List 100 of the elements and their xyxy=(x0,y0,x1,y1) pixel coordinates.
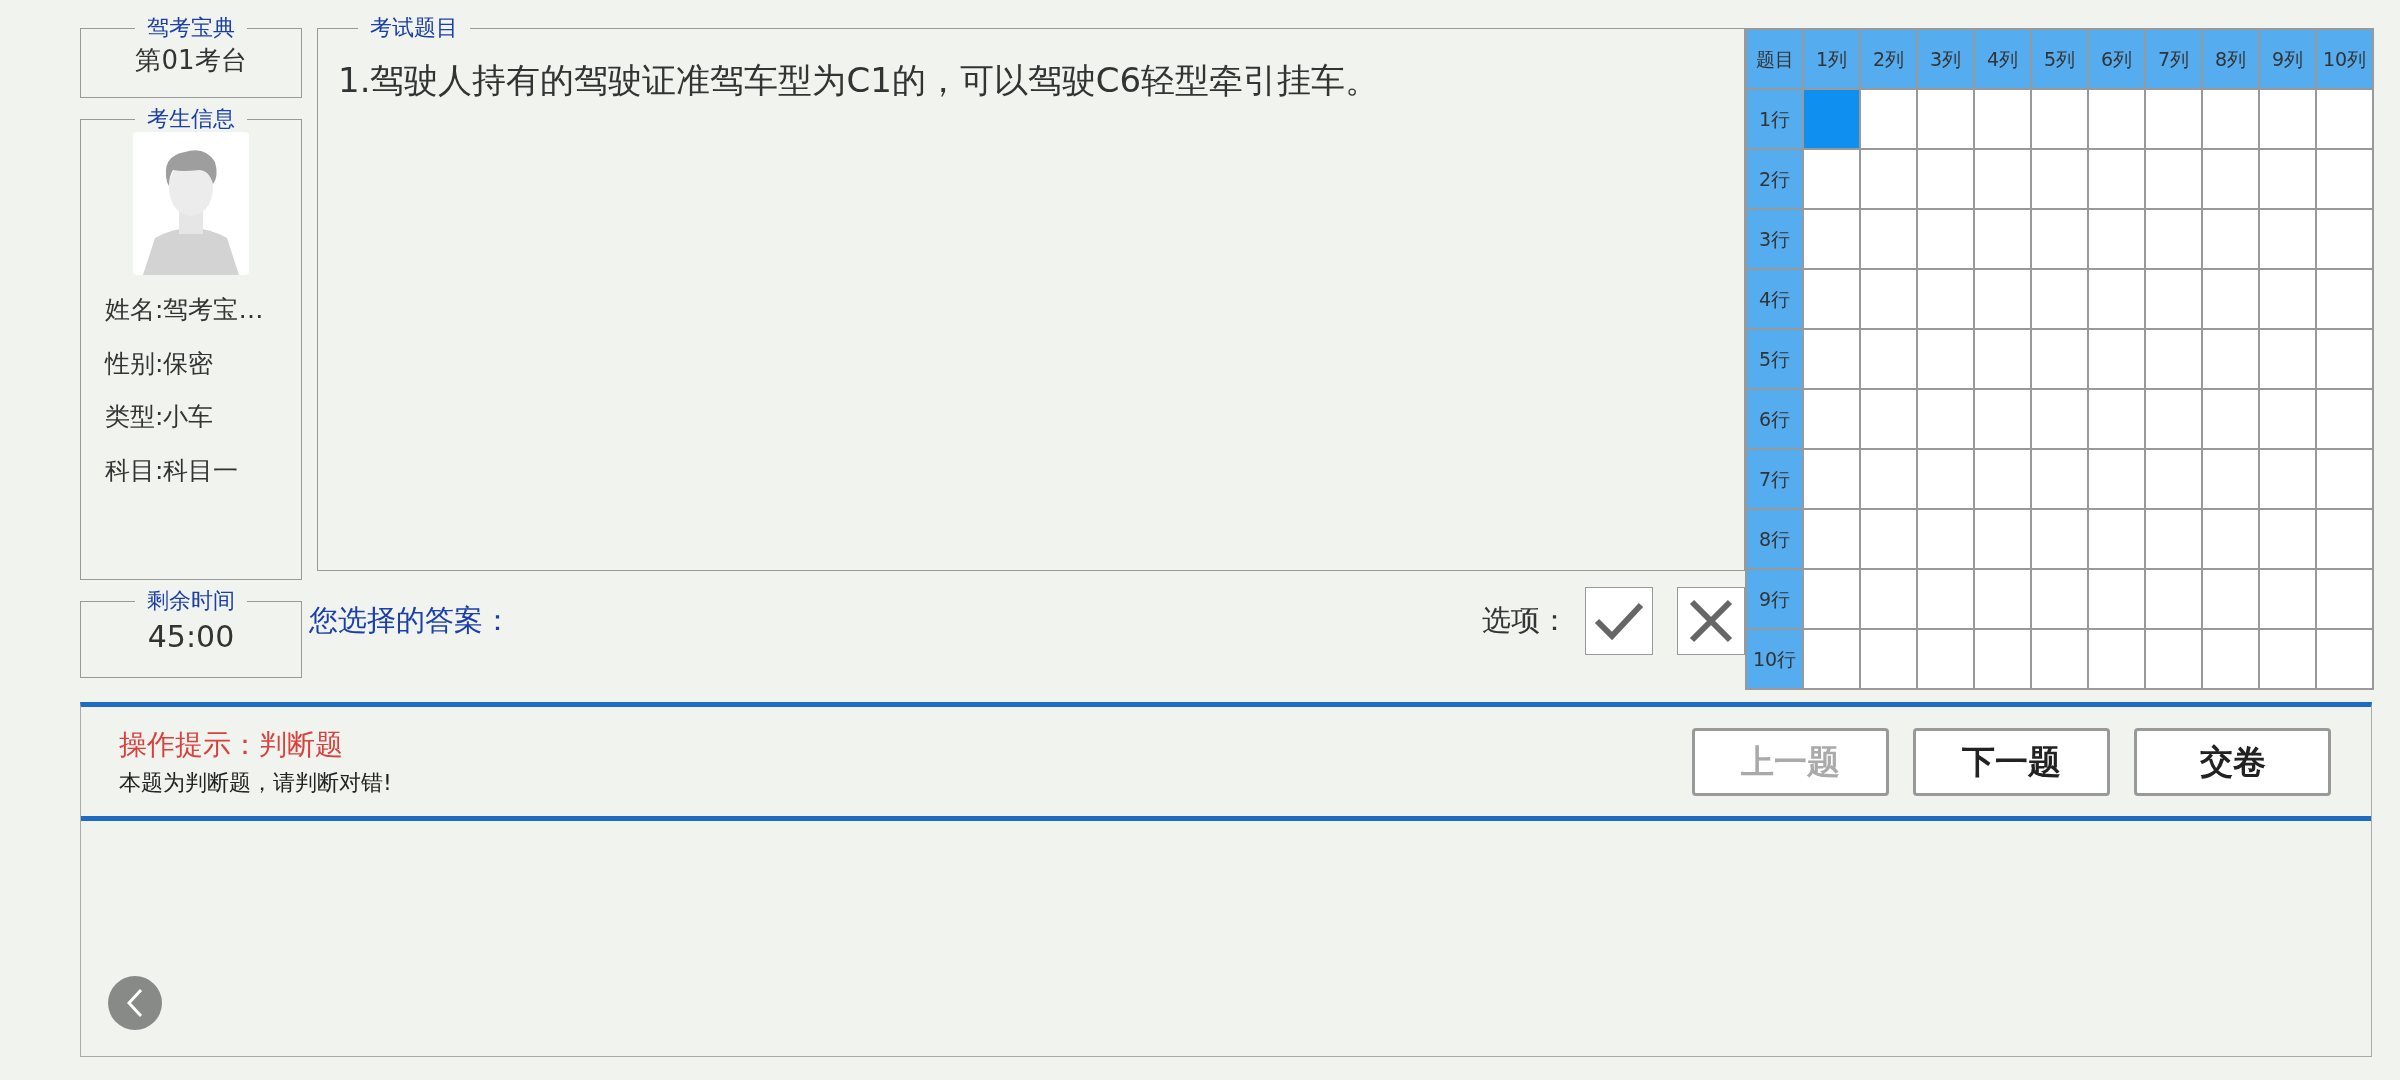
answer-sheet-cell[interactable] xyxy=(2202,509,2259,569)
answer-sheet-cell[interactable] xyxy=(1803,89,1860,149)
answer-sheet-cell[interactable] xyxy=(2088,509,2145,569)
answer-sheet-cell[interactable] xyxy=(1803,509,1860,569)
answer-sheet-cell[interactable] xyxy=(2316,509,2373,569)
answer-sheet-cell[interactable] xyxy=(1974,329,2031,389)
answer-sheet-cell[interactable] xyxy=(2088,569,2145,629)
answer-sheet-cell[interactable] xyxy=(1860,329,1917,389)
answer-sheet-cell[interactable] xyxy=(1860,89,1917,149)
answer-sheet-cell[interactable] xyxy=(2259,629,2316,689)
answer-sheet-cell[interactable] xyxy=(2202,449,2259,509)
answer-sheet-cell[interactable] xyxy=(2088,89,2145,149)
answer-sheet-cell[interactable] xyxy=(1974,509,2031,569)
answer-sheet-cell[interactable] xyxy=(2316,149,2373,209)
answer-sheet-cell[interactable] xyxy=(2316,269,2373,329)
answer-sheet-cell[interactable] xyxy=(2316,89,2373,149)
answer-sheet-cell[interactable] xyxy=(2145,569,2202,629)
answer-sheet-cell[interactable] xyxy=(1974,629,2031,689)
nav-button[interactable]: 交卷 xyxy=(2134,727,2331,796)
answer-sheet-cell[interactable] xyxy=(1803,389,1860,449)
answer-sheet-cell[interactable] xyxy=(2088,629,2145,689)
answer-sheet-cell[interactable] xyxy=(2202,269,2259,329)
answer-sheet-cell[interactable] xyxy=(2145,389,2202,449)
answer-sheet-cell[interactable] xyxy=(2145,509,2202,569)
answer-sheet-cell[interactable] xyxy=(2202,389,2259,449)
answer-sheet-cell[interactable] xyxy=(2316,329,2373,389)
back-button[interactable] xyxy=(108,976,162,1030)
answer-sheet-cell[interactable] xyxy=(1917,569,1974,629)
answer-sheet-cell[interactable] xyxy=(2088,329,2145,389)
answer-sheet-cell[interactable] xyxy=(2145,269,2202,329)
answer-sheet-cell[interactable] xyxy=(2316,389,2373,449)
answer-sheet-cell[interactable] xyxy=(2316,209,2373,269)
answer-sheet-cell[interactable] xyxy=(1917,329,1974,389)
answer-sheet-cell[interactable] xyxy=(1803,329,1860,389)
answer-sheet-cell[interactable] xyxy=(1860,449,1917,509)
answer-sheet-cell[interactable] xyxy=(2145,329,2202,389)
answer-sheet-cell[interactable] xyxy=(2316,569,2373,629)
answer-sheet-cell[interactable] xyxy=(1974,149,2031,209)
answer-sheet-cell[interactable] xyxy=(1974,389,2031,449)
answer-sheet-cell[interactable] xyxy=(1803,269,1860,329)
answer-sheet-cell[interactable] xyxy=(2145,629,2202,689)
answer-sheet-cell[interactable] xyxy=(2088,389,2145,449)
answer-sheet-cell[interactable] xyxy=(2088,449,2145,509)
answer-sheet-cell[interactable] xyxy=(2088,209,2145,269)
answer-sheet-cell[interactable] xyxy=(1974,209,2031,269)
answer-sheet-cell[interactable] xyxy=(2259,89,2316,149)
answer-sheet-cell[interactable] xyxy=(1917,149,1974,209)
answer-sheet-cell[interactable] xyxy=(1917,449,1974,509)
answer-sheet-cell[interactable] xyxy=(2202,209,2259,269)
answer-sheet-cell[interactable] xyxy=(2031,209,2088,269)
answer-sheet-cell[interactable] xyxy=(2316,449,2373,509)
nav-button[interactable]: 下一题 xyxy=(1913,727,2110,796)
answer-sheet-cell[interactable] xyxy=(1974,449,2031,509)
answer-sheet-cell[interactable] xyxy=(2145,209,2202,269)
answer-sheet-cell[interactable] xyxy=(2259,509,2316,569)
answer-sheet-cell[interactable] xyxy=(1917,509,1974,569)
answer-sheet-cell[interactable] xyxy=(1803,629,1860,689)
answer-sheet-cell[interactable] xyxy=(2145,89,2202,149)
answer-sheet-cell[interactable] xyxy=(2259,449,2316,509)
answer-sheet-cell[interactable] xyxy=(1803,209,1860,269)
answer-sheet-cell[interactable] xyxy=(2259,329,2316,389)
answer-sheet-cell[interactable] xyxy=(2202,569,2259,629)
answer-sheet-cell[interactable] xyxy=(1803,149,1860,209)
answer-sheet-cell[interactable] xyxy=(2031,89,2088,149)
answer-sheet-cell[interactable] xyxy=(2031,509,2088,569)
answer-sheet-cell[interactable] xyxy=(1974,89,2031,149)
false-option-button[interactable] xyxy=(1677,587,1745,655)
answer-sheet-cell[interactable] xyxy=(2202,149,2259,209)
answer-sheet-cell[interactable] xyxy=(1974,269,2031,329)
answer-sheet-cell[interactable] xyxy=(2031,629,2088,689)
answer-sheet-cell[interactable] xyxy=(2031,269,2088,329)
answer-sheet-cell[interactable] xyxy=(1917,89,1974,149)
answer-sheet-cell[interactable] xyxy=(1803,449,1860,509)
answer-sheet-cell[interactable] xyxy=(2259,209,2316,269)
true-option-button[interactable] xyxy=(1585,587,1653,655)
answer-sheet-cell[interactable] xyxy=(1860,509,1917,569)
answer-sheet-cell[interactable] xyxy=(1917,629,1974,689)
answer-sheet-cell[interactable] xyxy=(1860,389,1917,449)
answer-sheet-cell[interactable] xyxy=(2145,449,2202,509)
answer-sheet-cell[interactable] xyxy=(2145,149,2202,209)
answer-sheet-cell[interactable] xyxy=(2259,149,2316,209)
answer-sheet-cell[interactable] xyxy=(2259,389,2316,449)
answer-sheet-cell[interactable] xyxy=(2202,89,2259,149)
answer-sheet-cell[interactable] xyxy=(1860,569,1917,629)
answer-sheet-cell[interactable] xyxy=(2088,269,2145,329)
answer-sheet-cell[interactable] xyxy=(2202,329,2259,389)
answer-sheet-cell[interactable] xyxy=(2031,449,2088,509)
answer-sheet-cell[interactable] xyxy=(1917,389,1974,449)
answer-sheet-cell[interactable] xyxy=(2088,149,2145,209)
answer-sheet-cell[interactable] xyxy=(1803,569,1860,629)
answer-sheet-cell[interactable] xyxy=(1860,149,1917,209)
answer-sheet-cell[interactable] xyxy=(2031,329,2088,389)
answer-sheet-cell[interactable] xyxy=(2202,629,2259,689)
answer-sheet-cell[interactable] xyxy=(1974,569,2031,629)
answer-sheet-cell[interactable] xyxy=(1860,629,1917,689)
answer-sheet-cell[interactable] xyxy=(2031,569,2088,629)
answer-sheet-cell[interactable] xyxy=(2259,269,2316,329)
answer-sheet-cell[interactable] xyxy=(2316,629,2373,689)
answer-sheet-cell[interactable] xyxy=(2259,569,2316,629)
answer-sheet-cell[interactable] xyxy=(1917,269,1974,329)
